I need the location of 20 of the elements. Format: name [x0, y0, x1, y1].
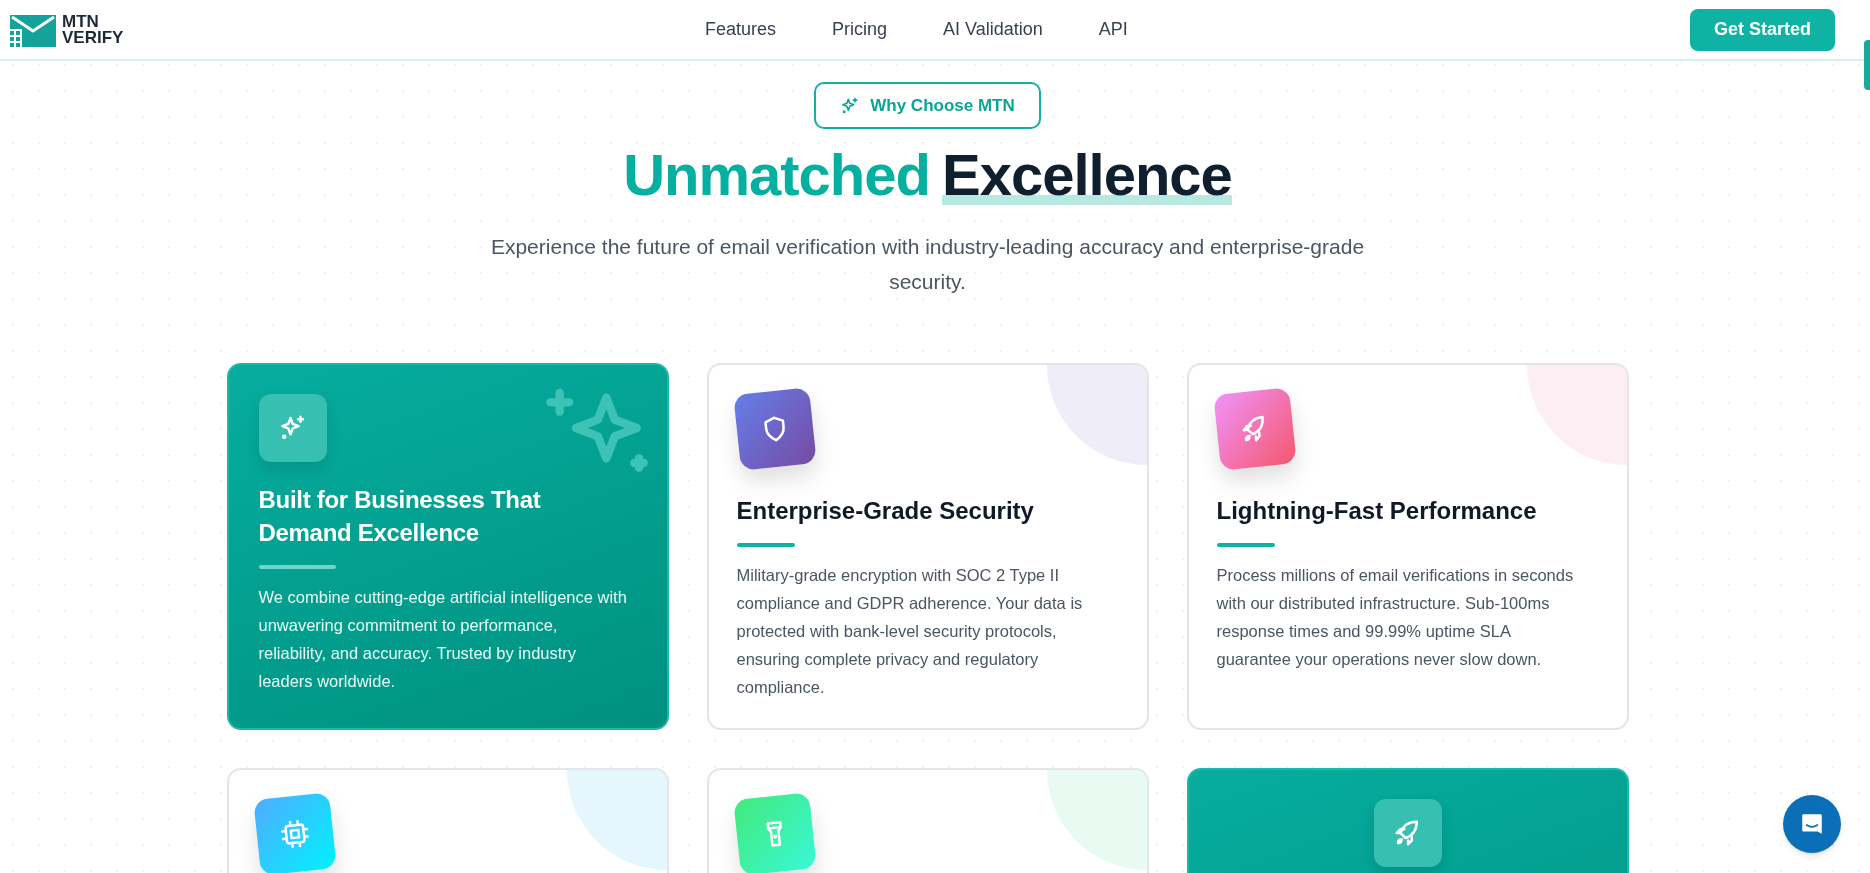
nav-link[interactable]: Pricing — [832, 16, 888, 43]
nav-link[interactable]: API — [1098, 16, 1128, 43]
nav-link[interactable]: Features — [705, 16, 777, 43]
chat-button[interactable] — [1783, 795, 1841, 853]
card-title: Lightning-Fast Performance — [1216, 496, 1538, 526]
scrollbar-thumb — [1864, 40, 1870, 90]
heading-accent: Unmatched — [623, 141, 930, 209]
card-description: We combine cutting-edge artificial intelligence with unwavering commitment to performance, reliability, and accuracy. Trusted by industry leaders worldwide. — [258, 587, 628, 692]
card-description: Military-grade encryption with SOC 2 Type II compliance and GDPR adherence. Your data is protected with bank-level security protocols, ensuring complete privacy and regulatory compliance. — [736, 565, 1084, 698]
logo-text: MTN — [62, 13, 100, 30]
section-subtitle: Experience the future of email verification with industry-leading accuracy and enterprise-grade security. — [489, 234, 1366, 295]
card-title: Enterprise-Grade Security — [736, 496, 1035, 526]
logo-text: VERIFY — [62, 29, 124, 46]
chip-icon — [278, 817, 311, 851]
badge-label: Why Choose MTN — [870, 94, 1015, 117]
nav-link[interactable]: AI Validation — [943, 16, 1043, 43]
card-description: Process millions of email verifications in seconds with our distributed infrastructure. Sub-100ms response times and 99.99% uptime SLA guarantee your operations never slow down. — [1216, 565, 1575, 670]
card-title: Built for Businesses That Demand Excellence — [258, 485, 542, 548]
envelope-logo-icon — [10, 12, 56, 47]
chat-icon — [1799, 811, 1825, 837]
